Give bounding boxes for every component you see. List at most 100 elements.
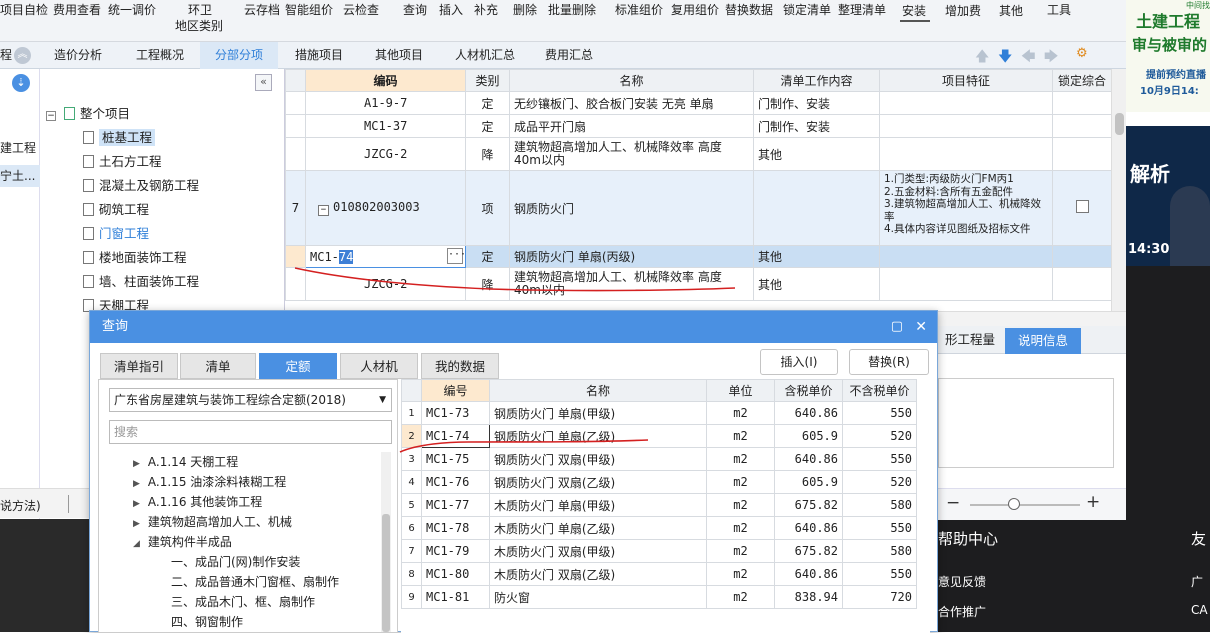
cell-unit[interactable]: m2 (706, 424, 775, 448)
cell-work[interactable]: 其他 (753, 137, 880, 171)
col-header-code[interactable]: 编码 (305, 69, 466, 92)
tree-item-floor[interactable]: 楼地面装饰工程 (83, 247, 187, 266)
cell-code[interactable]: MC1-81 (421, 585, 490, 609)
toolbar-project-check[interactable]: 项目自检 (0, 3, 48, 18)
cell-name[interactable]: 成品平开门扇 (509, 114, 754, 138)
cell-code[interactable]: −010802003003 (305, 170, 466, 246)
toolbar-lock-list[interactable]: 锁定清单 (783, 3, 831, 18)
toolbar-cloud-check[interactable]: 云检查 (343, 3, 379, 18)
tree-item-doors-windows[interactable]: 门窗工程 (83, 223, 149, 242)
cell-name[interactable]: 钢质防火门 单扇(乙级) (489, 424, 707, 448)
toolbar-cost-view[interactable]: 费用查看 (53, 3, 101, 18)
lock-checkbox[interactable] (1075, 200, 1089, 213)
toolbar-region-type[interactable]: 地区类别 (175, 19, 223, 34)
toolbar-cloud-archive[interactable]: 云存档 (244, 3, 280, 18)
cell-code[interactable]: MC1-78 (421, 516, 490, 540)
partner-link[interactable]: 合作推广 (938, 603, 986, 620)
cell-name[interactable]: 无纱镶板门、胶合板门安装 无亮 单扇 (509, 91, 754, 115)
tab-quota[interactable]: 定额 (259, 353, 337, 379)
col-header-name[interactable]: 名称 (489, 379, 707, 402)
toolbar-supplement[interactable]: 补充 (474, 3, 498, 18)
download-icon[interactable]: ⇣ (12, 74, 30, 92)
cell-code-editing[interactable]: MC1-74 ··· (305, 245, 466, 268)
tab-project-overview[interactable]: 工程概况 (125, 42, 195, 69)
cell-tax-price[interactable]: 640.86 (774, 401, 843, 425)
cell-feature[interactable] (879, 114, 1053, 138)
cell-unit[interactable]: m2 (706, 493, 775, 517)
collapse-minus-icon[interactable]: − (318, 205, 329, 216)
table-row-list-item[interactable]: 7 −010802003003 项 钢质防火门 1.门类型:丙级防火门FM丙1 … (285, 170, 1111, 246)
cell-code[interactable]: JZCG-2 (305, 137, 466, 171)
side-item-wood-frame[interactable]: 二、成品普通木门窗框、扇制作 (171, 573, 339, 590)
table-row-selected[interactable]: MC1-74 ··· 定 钢质防火门 单扇(丙级) 其他 (285, 245, 1111, 268)
cell-name[interactable]: 防火窗 (489, 585, 707, 609)
cell-code[interactable]: MC1-79 (421, 539, 490, 563)
side-scrollbar[interactable] (381, 452, 391, 632)
cell-code[interactable]: JZCG-2 (305, 267, 466, 301)
cell-lock[interactable] (1052, 91, 1111, 115)
tab-cost-summary[interactable]: 费用汇总 (532, 42, 606, 69)
arrow-right-icon[interactable]: 🡆 (1044, 46, 1058, 70)
toolbar-smart-price[interactable]: 智能组价 (285, 3, 333, 18)
toolbar-tools[interactable]: 工具 (1047, 3, 1071, 18)
grid-scrollbar[interactable] (1111, 69, 1126, 319)
toolbar-other[interactable]: 其他 (999, 4, 1023, 19)
table-row[interactable]: 9 MC1-81 防火窗 m2 838.94 720 (401, 585, 917, 609)
cell-type[interactable]: 定 (465, 114, 510, 138)
cell-lock[interactable] (1052, 245, 1111, 268)
cell-tax-price[interactable]: 838.94 (774, 585, 843, 609)
cell-unit[interactable]: m2 (706, 447, 775, 471)
toolbar-huanwei[interactable]: 环卫 (188, 3, 212, 18)
library-select[interactable]: 广东省房屋建筑与装饰工程综合定额(2018) ▼ (109, 388, 392, 412)
tree-item-earthwork[interactable]: 土石方工程 (83, 151, 162, 170)
side-item-steel-window[interactable]: 四、钢窗制作 (171, 613, 243, 630)
side-scrollbar-thumb[interactable] (382, 514, 390, 632)
cell-code[interactable]: MC1-37 (305, 114, 466, 138)
cell-notax-price[interactable]: 720 (842, 585, 917, 609)
cell-work[interactable]: 门制作、安装 (753, 114, 880, 138)
arrow-up-icon[interactable]: 🡅 (975, 46, 989, 70)
table-row[interactable]: 1 MC1-73 钢质防火门 单扇(甲级) m2 640.86 550 (401, 401, 917, 425)
search-input[interactable]: 搜索 (109, 420, 392, 444)
cell-unit[interactable]: m2 (706, 539, 775, 563)
tab-my-data[interactable]: 我的数据 (421, 353, 499, 379)
cell-notax-price[interactable]: 550 (842, 401, 917, 425)
cell-feature[interactable]: 1.门类型:丙级防火门FM丙1 2.五金材料:含所有五金配件 3.建筑物超高增加… (879, 170, 1053, 246)
zoom-in-icon[interactable]: + (1086, 492, 1100, 512)
cell-lock[interactable] (1052, 114, 1111, 138)
cell-work[interactable] (753, 170, 880, 246)
tab-list-guide[interactable]: 清单指引 (100, 353, 178, 379)
cell-notax-price[interactable]: 550 (842, 447, 917, 471)
side-item-height-increase[interactable]: ▶ 建筑物超高增加人工、机械 (133, 513, 292, 530)
table-row[interactable]: 7 MC1-79 木质防火门 双扇(甲级) m2 675.82 580 (401, 539, 917, 563)
collapse-up-icon[interactable]: ︽ (14, 47, 31, 64)
cell-work[interactable]: 其他 (753, 245, 880, 268)
cell-name[interactable]: 钢质防火门 双扇(甲级) (489, 447, 707, 471)
cell-unit[interactable]: m2 (706, 516, 775, 540)
scrollbar-thumb[interactable] (1115, 113, 1124, 135)
tree-item-masonry[interactable]: 砌筑工程 (83, 199, 149, 218)
table-row[interactable]: A1-9-7 定 无纱镶板门、胶合板门安装 无亮 单扇 门制作、安装 (285, 91, 1111, 115)
cell-code[interactable]: MC1-80 (421, 562, 490, 586)
cell-tax-price[interactable]: 640.86 (774, 562, 843, 586)
tab-list[interactable]: 清单 (180, 353, 256, 379)
zoom-out-icon[interactable]: − (946, 493, 960, 513)
tree-root[interactable]: − 整个项目 (46, 103, 130, 122)
cell-type[interactable]: 定 (465, 245, 510, 268)
toolbar-add-fee[interactable]: 增加费 (945, 4, 981, 19)
tab-labor-material[interactable]: 人材机 (340, 353, 418, 379)
col-header-code[interactable]: 编号 (421, 379, 490, 402)
close-icon[interactable]: ✕ (915, 311, 927, 343)
cell-lock[interactable] (1052, 137, 1111, 171)
cell-notax-price[interactable]: 580 (842, 493, 917, 517)
table-row[interactable]: JZCG-2 降 建筑物超高增加人工、机械降效率 高度 40m以内 其他 (285, 267, 1111, 301)
toolbar-reuse-price[interactable]: 复用组价 (671, 3, 719, 18)
cell-code[interactable]: MC1-75 (421, 447, 490, 471)
cell-name[interactable]: 钢质防火门 双扇(乙级) (489, 470, 707, 494)
collapse-left-icon[interactable]: « (255, 74, 272, 91)
strip-item-2[interactable]: 宁土... (0, 165, 40, 187)
friend-link[interactable]: 友 (1191, 528, 1206, 549)
tab-other-items[interactable]: 其他项目 (363, 42, 435, 69)
toolbar-install[interactable]: 安装 (902, 4, 926, 19)
table-row[interactable]: 2 MC1-74 钢质防火门 单扇(乙级) m2 605.9 520 (401, 424, 917, 448)
